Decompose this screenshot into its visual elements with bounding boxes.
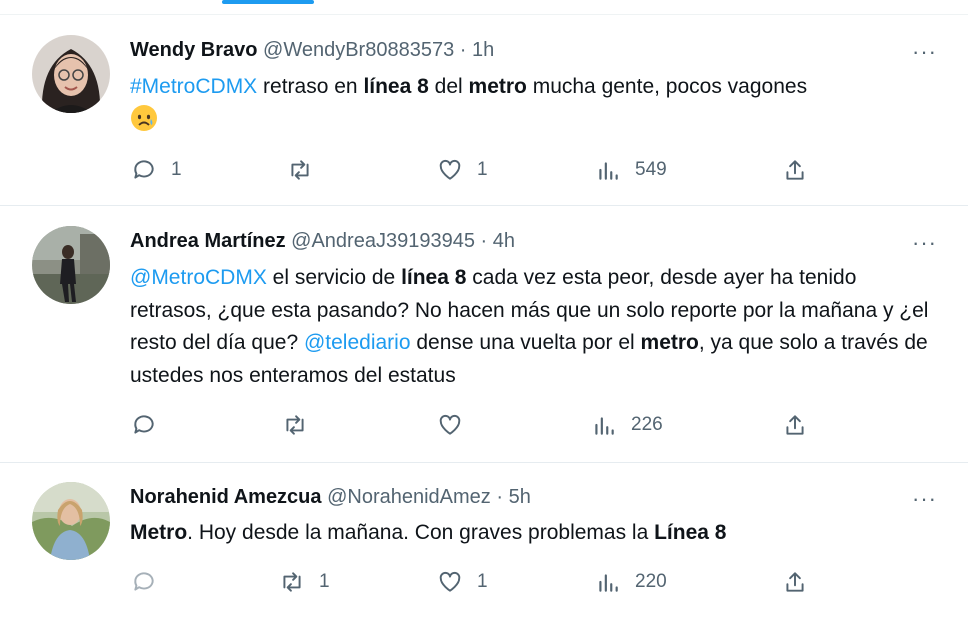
like-count: 1 bbox=[477, 571, 488, 592]
retweet-count: 1 bbox=[319, 571, 330, 592]
text-bold: línea 8 bbox=[363, 75, 429, 98]
tweet-header: Andrea Martínez @AndreaJ39193945 · 4h bbox=[130, 230, 515, 253]
hashtag-link[interactable]: #MetroCDMX bbox=[130, 75, 257, 98]
author-name[interactable]: Norahenid Amezcua bbox=[130, 486, 322, 508]
more-options-icon[interactable]: ··· bbox=[912, 230, 937, 256]
reply-icon bbox=[134, 415, 154, 434]
separator-dot: · bbox=[459, 39, 467, 61]
share-icon bbox=[786, 572, 804, 592]
tweet-text: @MetroCDMX el servicio de línea 8 cada v… bbox=[130, 262, 940, 392]
text-bold: Metro bbox=[130, 521, 188, 544]
retweet-icon bbox=[286, 415, 304, 435]
top-tab-bar bbox=[0, 0, 968, 15]
text-bold: Línea 8 bbox=[654, 521, 727, 544]
tweet-3[interactable]: Norahenid Amezcua @NorahenidAmez · 5h ··… bbox=[0, 463, 968, 620]
reply-count: 1 bbox=[171, 159, 182, 180]
crying-face-emoji-icon bbox=[130, 104, 158, 143]
text-segment: . Hoy desde la mañana. Con graves proble… bbox=[187, 521, 655, 544]
views-button[interactable]: 220 bbox=[595, 569, 667, 595]
views-button[interactable]: 226 bbox=[591, 412, 663, 438]
separator-dot: · bbox=[496, 486, 504, 508]
tweet-text: Metro. Hoy desde la mañana. Con graves p… bbox=[130, 517, 940, 550]
reply-button[interactable]: 1 bbox=[131, 157, 182, 183]
heart-icon bbox=[439, 159, 461, 180]
timestamp[interactable]: 5h bbox=[509, 486, 531, 508]
views-button[interactable]: 549 bbox=[595, 157, 667, 183]
action-bar: 1 1 220 bbox=[0, 569, 968, 599]
share-icon bbox=[786, 415, 804, 435]
author-name[interactable]: Andrea Martínez bbox=[130, 230, 286, 252]
more-options-icon[interactable]: ··· bbox=[912, 486, 937, 512]
retweet-button[interactable]: 1 bbox=[279, 569, 330, 595]
share-button[interactable] bbox=[782, 569, 808, 595]
action-bar: 1 1 549 bbox=[0, 157, 968, 187]
like-count: 1 bbox=[477, 159, 488, 180]
author-handle[interactable]: @WendyBr80883573 bbox=[263, 39, 454, 61]
analytics-icon bbox=[599, 574, 618, 592]
analytics-icon bbox=[595, 417, 614, 435]
share-button[interactable] bbox=[782, 412, 808, 438]
separator-dot: · bbox=[480, 230, 488, 252]
reply-icon bbox=[134, 572, 154, 591]
mention-link[interactable]: @telediario bbox=[304, 331, 411, 354]
reply-icon bbox=[134, 160, 154, 179]
more-options-icon[interactable]: ··· bbox=[912, 39, 937, 65]
share-button[interactable] bbox=[782, 157, 808, 183]
timestamp[interactable]: 4h bbox=[493, 230, 515, 252]
text-bold: metro bbox=[468, 75, 527, 98]
text-segment: del bbox=[428, 75, 469, 98]
tweet-1[interactable]: Wendy Bravo @WendyBr80883573 · 1h ··· #M… bbox=[0, 15, 968, 206]
view-count: 226 bbox=[631, 414, 663, 435]
author-name[interactable]: Wendy Bravo bbox=[130, 39, 257, 61]
retweet-icon bbox=[283, 572, 301, 592]
text-segment: mucha gente, pocos vagones bbox=[526, 75, 808, 98]
heart-icon bbox=[439, 571, 461, 592]
retweet-button[interactable] bbox=[287, 157, 327, 183]
share-icon bbox=[786, 160, 804, 180]
tweet-header: Norahenid Amezcua @NorahenidAmez · 5h bbox=[130, 486, 531, 509]
tweet-2[interactable]: Andrea Martínez @AndreaJ39193945 · 4h ··… bbox=[0, 206, 968, 463]
analytics-icon bbox=[599, 162, 618, 180]
mention-link[interactable]: @MetroCDMX bbox=[130, 266, 267, 289]
avatar[interactable] bbox=[32, 35, 110, 113]
reply-button[interactable] bbox=[131, 569, 171, 595]
retweet-icon bbox=[291, 160, 309, 180]
avatar[interactable] bbox=[32, 482, 110, 560]
view-count: 549 bbox=[635, 159, 667, 180]
retweet-button[interactable] bbox=[282, 412, 322, 438]
text-bold: línea 8 bbox=[401, 266, 467, 289]
text-segment: retraso en bbox=[257, 75, 364, 98]
like-button[interactable]: 1 bbox=[437, 569, 488, 595]
text-segment: dense una vuelta por el bbox=[410, 331, 641, 354]
tweet-header: Wendy Bravo @WendyBr80883573 · 1h bbox=[130, 39, 494, 62]
view-count: 220 bbox=[635, 571, 667, 592]
action-bar: 226 bbox=[0, 412, 968, 442]
author-handle[interactable]: @NorahenidAmez bbox=[327, 486, 491, 508]
tweet-text: #MetroCDMX retraso en línea 8 del metro … bbox=[130, 71, 940, 142]
text-bold: metro bbox=[640, 331, 699, 354]
like-button[interactable] bbox=[437, 412, 477, 438]
heart-icon bbox=[439, 414, 461, 435]
active-tab-indicator bbox=[222, 0, 314, 4]
like-button[interactable]: 1 bbox=[437, 157, 488, 183]
author-handle[interactable]: @AndreaJ39193945 bbox=[291, 230, 475, 252]
reply-button[interactable] bbox=[131, 412, 171, 438]
text-segment: el servicio de bbox=[266, 266, 402, 289]
avatar[interactable] bbox=[32, 226, 110, 304]
timestamp[interactable]: 1h bbox=[472, 39, 494, 61]
